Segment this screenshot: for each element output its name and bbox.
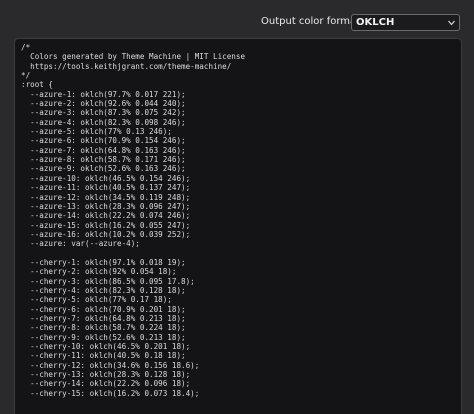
code-line: --azure-14: oklch(22.2% 0.074 246);: [21, 211, 191, 221]
code-line: --azure-12: oklch(34.5% 0.119 248);: [21, 192, 191, 202]
code-line: --azure-9: oklch(52.6% 0.163 246);: [21, 164, 186, 174]
code-line: --azure-1: oklch(97.7% 0.017 221);: [21, 89, 186, 99]
code-line: --cherry-15: oklch(16.2% 0.073 18.4);: [21, 388, 200, 398]
output-format-label: Output color format: [261, 16, 361, 27]
code-line: --cherry-13: oklch(28.3% 0.128 18);: [21, 370, 191, 380]
code-line: --azure-3: oklch(87.3% 0.075 242);: [21, 108, 186, 118]
code-output[interactable]: /* Colors generated by Theme Machine | M…: [14, 38, 462, 414]
code-line: --cherry-11: oklch(40.5% 0.18 18);: [21, 351, 186, 361]
code-line: --azure-13: oklch(28.3% 0.096 247);: [21, 201, 191, 211]
code-line: --cherry-5: oklch(77% 0.17 18);: [21, 295, 172, 305]
code-line: --azure-10: oklch(46.5% 0.154 246);: [21, 173, 191, 183]
output-format-value: OKLCH: [356, 17, 395, 28]
code-line: --azure-11: oklch(40.5% 0.137 247);: [21, 183, 191, 193]
code-line: Colors generated by Theme Machine | MIT …: [21, 52, 246, 62]
code-line: --cherry-4: oklch(82.3% 0.128 18);: [21, 285, 186, 295]
code-line: --cherry-12: oklch(34.6% 0.156 18.6);: [21, 360, 200, 370]
code-line: --cherry-7: oklch(64.8% 0.213 18);: [21, 313, 186, 323]
code-line: --cherry-14: oklch(22.2% 0.096 18);: [21, 379, 191, 389]
code-line: --azure-4: oklch(82.3% 0.098 246);: [21, 117, 186, 127]
code-line: --azure-2: oklch(92.6% 0.044 240);: [21, 99, 186, 109]
chevron-down-icon: [448, 20, 455, 26]
code-line: --azure-8: oklch(58.7% 0.171 246);: [21, 155, 186, 165]
code-line: --azure-7: oklch(64.8% 0.163 246);: [21, 145, 186, 155]
code-line: --cherry-9: oklch(52.6% 0.213 18);: [21, 332, 186, 342]
code-line: --azure-5: oklch(77% 0.13 246);: [21, 127, 172, 137]
code-line: --azure: var(--azure-4);: [21, 239, 140, 249]
code-line: --cherry-6: oklch(70.9% 0.201 18);: [21, 304, 186, 314]
code-line: */: [21, 71, 31, 81]
code-line: --azure-15: oklch(16.2% 0.055 247);: [21, 220, 191, 230]
code-line: --cherry-10: oklch(46.5% 0.201 18);: [21, 342, 191, 351]
toolbar: Output color format OKLCH: [0, 0, 474, 36]
code-line: --cherry-8: oklch(58.7% 0.224 18);: [21, 323, 186, 333]
code-line: --cherry-3: oklch(86.5% 0.095 17.8);: [21, 276, 195, 286]
code-lines: /* Colors generated by Theme Machine | M…: [21, 43, 245, 398]
code-line: :root {: [21, 80, 54, 90]
code-line: --azure-16: oklch(10.2% 0.039 252);: [21, 229, 191, 239]
code-line: --cherry-1: oklch(97.1% 0.018 19);: [21, 257, 186, 267]
code-line: --cherry-2: oklch(92% 0.054 18);: [21, 267, 177, 277]
code-line: https://tools.keithjgrant.com/theme-mach…: [21, 61, 232, 71]
code-line: --azure-6: oklch(70.9% 0.154 246);: [21, 136, 186, 146]
output-format-select[interactable]: OKLCH: [351, 14, 460, 31]
code-line: /*: [21, 43, 31, 52]
